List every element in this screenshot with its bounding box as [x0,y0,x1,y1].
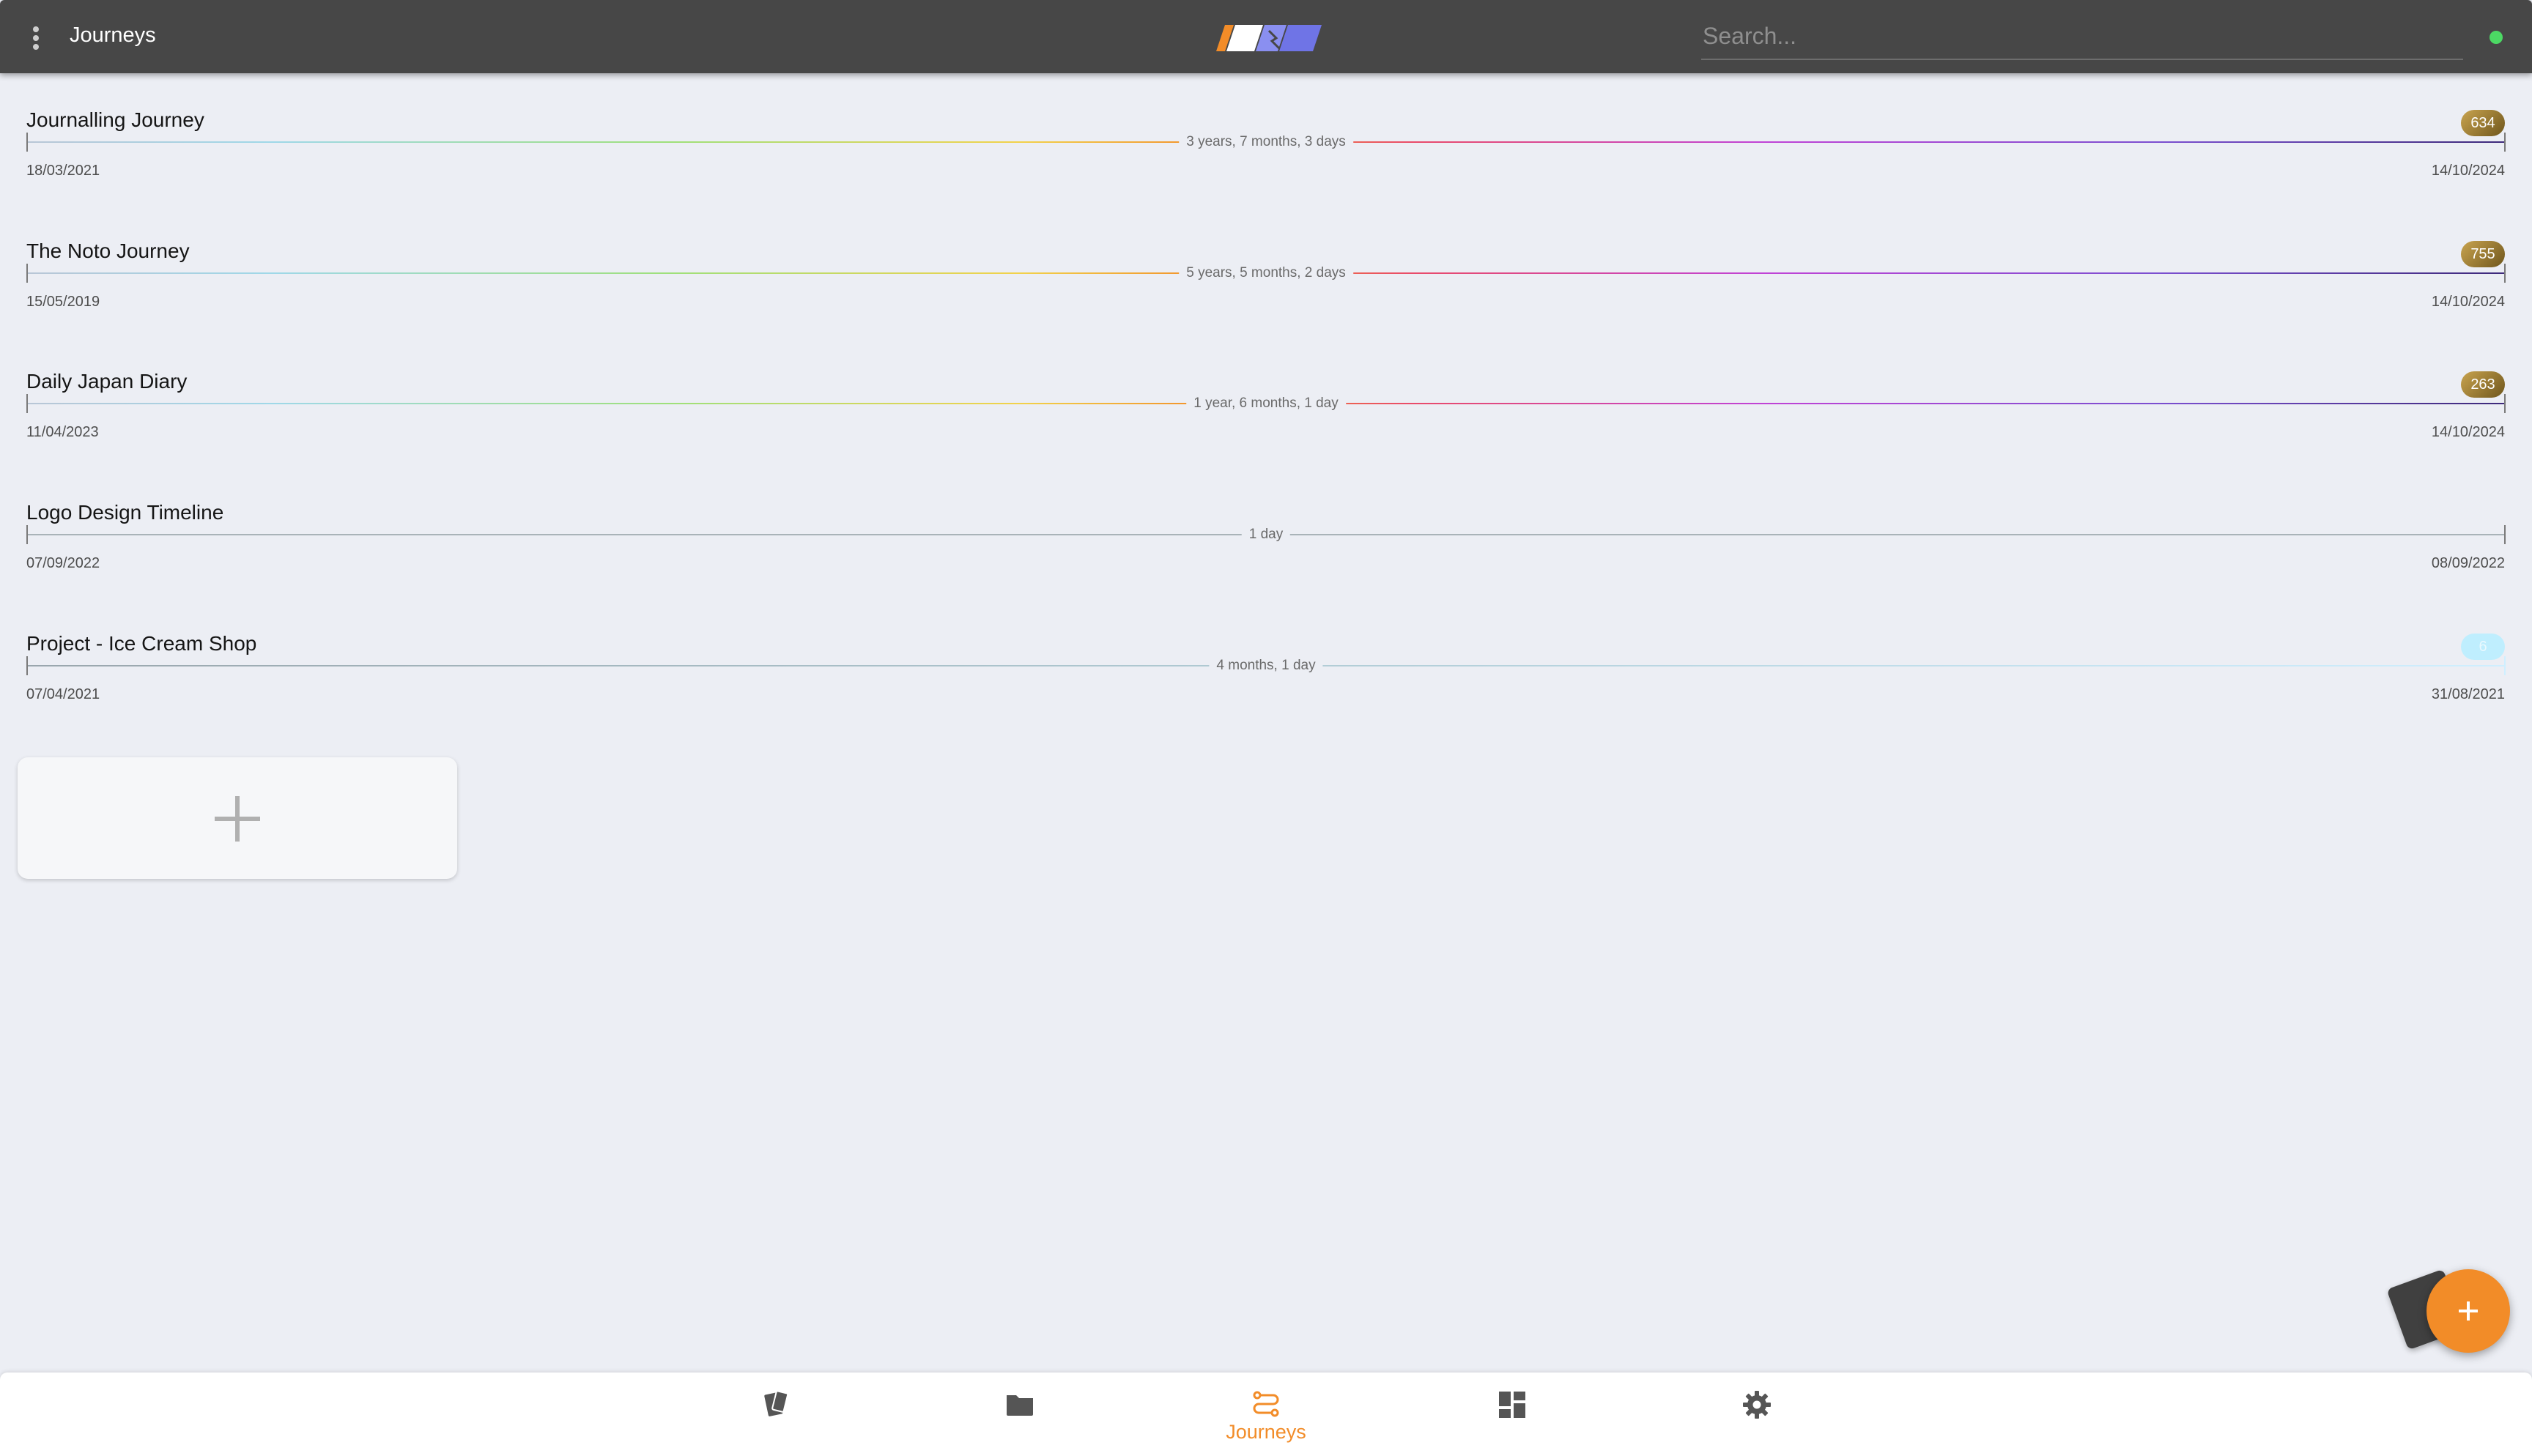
journey-end-date: 14/10/2024 [2431,294,2505,310]
nav-settings[interactable] [1684,1373,1830,1456]
journey-item[interactable]: Project - Ice Cream Shop 6 4 months, 1 d… [0,632,2532,764]
journey-end-date: 14/10/2024 [2431,163,2505,179]
nav-cards[interactable] [702,1373,848,1456]
nav-folders[interactable] [947,1373,1093,1456]
journey-duration: 3 years, 7 months, 3 days [1179,133,1353,152]
page-title: Journeys [70,23,156,47]
journey-timeline: 3 years, 7 months, 3 days [26,133,2506,152]
journey-duration: 1 year, 6 months, 1 day [1186,394,1346,413]
journey-duration: 5 years, 5 months, 2 days [1179,264,1353,283]
search-input[interactable] [1701,15,2463,57]
journey-start-date: 11/04/2023 [26,424,99,440]
journey-start-date: 15/05/2019 [26,294,100,310]
journey-start-date: 07/09/2022 [26,555,100,571]
journey-title: The Noto Journey [26,239,190,262]
journey-end-date: 08/09/2022 [2431,555,2505,571]
journey-title: Journalling Journey [26,108,204,131]
nav-journeys-label: Journeys [1226,1421,1306,1443]
gear-icon [1743,1391,1771,1419]
journey-start-date: 18/03/2021 [26,163,100,179]
journey-title: Daily Japan Diary [26,370,188,393]
nav-dashboard[interactable] [1439,1373,1585,1456]
journey-item[interactable]: The Noto Journey 755 5 years, 5 months, … [0,239,2532,371]
folder-icon [1007,1395,1033,1416]
journey-end-date: 14/10/2024 [2431,424,2505,440]
journey-item[interactable]: Daily Japan Diary 263 1 year, 6 months, … [0,370,2532,502]
journey-timeline: 1 year, 6 months, 1 day [26,394,2506,413]
more-vert-icon[interactable] [22,19,48,54]
journey-end-date: 31/08/2021 [2431,686,2505,702]
journey-timeline: 5 years, 5 months, 2 days [26,264,2506,283]
journey-item[interactable]: Logo Design Timeline 1 day 07/09/2022 08… [0,501,2532,633]
nav-journeys[interactable]: Journeys [1193,1373,1339,1456]
new-entry-fab[interactable] [2426,1269,2510,1353]
search-field[interactable] [1701,15,2463,60]
journey-title: Logo Design Timeline [26,501,224,524]
journey-timeline: 1 day [26,525,2506,544]
dashboard-icon [1499,1392,1525,1418]
journey-timeline: 4 months, 1 day [26,656,2506,675]
sync-status-dot [2490,31,2503,44]
journey-start-date: 07/04/2021 [26,686,100,702]
app-bar: Journeys [0,0,2532,73]
journey-duration: 1 day [1241,525,1291,544]
cards-icon [764,1390,789,1416]
journey-title: Project - Ice Cream Shop [26,632,257,655]
journey-item[interactable]: Journalling Journey 634 3 years, 7 month… [0,108,2532,240]
add-journey-button[interactable] [18,757,457,879]
route-icon [1253,1391,1279,1417]
journey-duration: 4 months, 1 day [1209,656,1323,675]
app-logo [1216,25,1322,51]
bottom-navigation: Journeys [0,1373,2532,1456]
